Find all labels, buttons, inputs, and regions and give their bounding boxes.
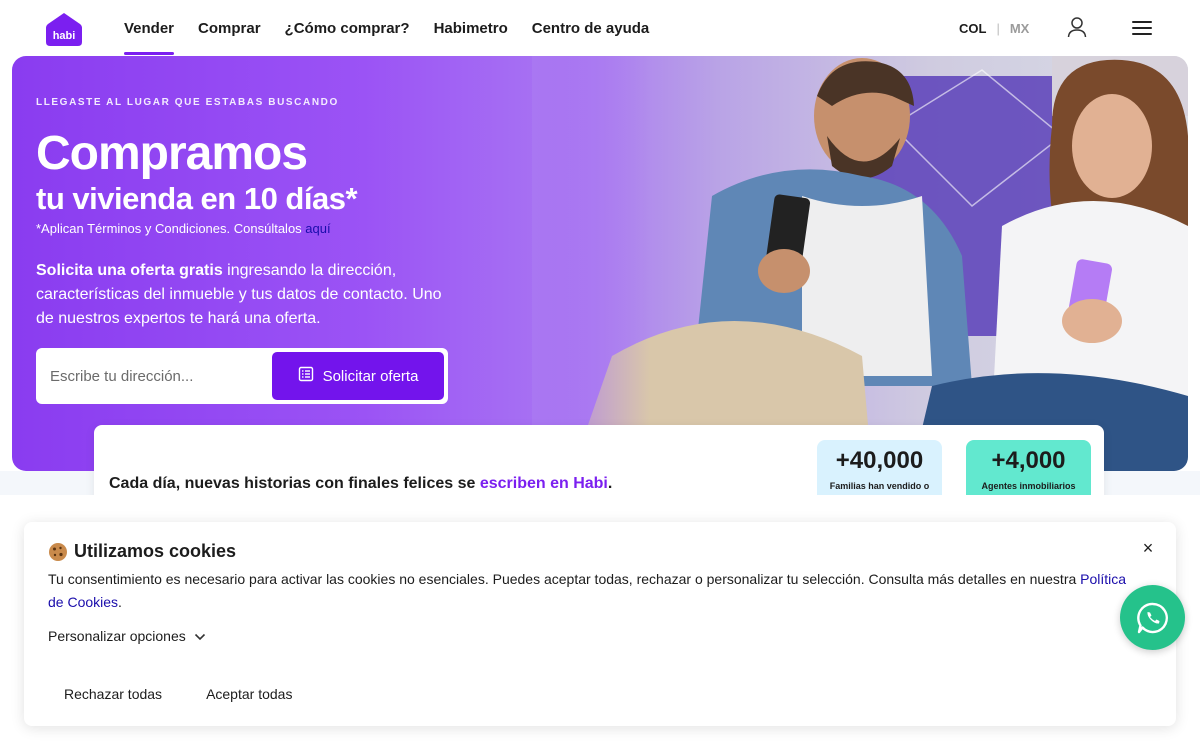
cookie-title-text: Utilizamos cookies xyxy=(74,541,237,561)
request-offer-button[interactable]: Solicitar oferta xyxy=(272,352,444,400)
whatsapp-icon[interactable] xyxy=(1120,585,1185,650)
svg-text:habi: habi xyxy=(53,30,76,42)
hero-title: Compramos xyxy=(36,127,308,180)
country-selector: COL | MX xyxy=(959,0,1029,56)
stat-agents-label: Agentes inmobiliarios xyxy=(981,481,1076,491)
cookie-banner: Utilizamos cookies × Tu consentimiento e… xyxy=(24,522,1176,726)
cookie-body-end: . xyxy=(118,594,122,610)
main-nav: Vender Comprar ¿Cómo comprar? Habimetro … xyxy=(124,0,649,56)
desc-bold: Solicita una oferta gratis xyxy=(36,262,223,279)
habi-logo[interactable]: habi xyxy=(46,12,82,46)
page: habi Vender Comprar ¿Cómo comprar? Habim… xyxy=(0,0,1200,750)
hero-banner: LLEGASTE AL LUGAR QUE ESTABAS BUSCANDO C… xyxy=(12,56,1188,471)
top-header: habi Vender Comprar ¿Cómo comprar? Habim… xyxy=(0,0,1200,56)
cookie-title: Utilizamos cookies xyxy=(48,541,236,562)
chevron-down-icon xyxy=(194,628,206,644)
country-divider: | xyxy=(996,20,1000,36)
nav-vender[interactable]: Vender xyxy=(124,0,175,56)
personalize-options-toggle[interactable]: Personalizar opciones xyxy=(48,628,206,644)
cookie-icon xyxy=(48,542,68,562)
close-icon[interactable]: × xyxy=(1138,538,1158,558)
request-offer-label: Solicitar oferta xyxy=(322,367,419,385)
reject-all-button[interactable]: Rechazar todas xyxy=(48,674,178,714)
nav-como-comprar[interactable]: ¿Cómo comprar? xyxy=(285,0,410,56)
stat-agents-value: +4,000 xyxy=(991,447,1066,474)
hamburger-menu-icon[interactable] xyxy=(1131,19,1153,37)
user-icon[interactable] xyxy=(1066,16,1088,38)
hero-description: Solicita una oferta gratis ingresando la… xyxy=(36,259,456,331)
personalize-label: Personalizar opciones xyxy=(48,628,186,644)
nav-habimetro[interactable]: Habimetro xyxy=(434,0,508,56)
terms-link[interactable]: aquí xyxy=(305,221,330,236)
stats-text-after: . xyxy=(607,475,613,492)
stat-families-value: +40,000 xyxy=(835,447,924,474)
accept-all-button[interactable]: Aceptar todas xyxy=(190,674,308,714)
cookie-body-text: Tu consentimiento es necesario para acti… xyxy=(48,571,1081,587)
hero-subtitle: tu vivienda en 10 días* xyxy=(36,181,358,216)
hero-terms: *Aplican Términos y Condiciones. Consúlt… xyxy=(36,221,331,236)
hero-eyebrow: LLEGASTE AL LUGAR QUE ESTABAS BUSCANDO xyxy=(36,97,339,108)
nav-comprar[interactable]: Comprar xyxy=(198,0,261,56)
stats-text-before: Cada día, nuevas historias con finales f… xyxy=(109,475,480,492)
cookie-description: Tu consentimiento es necesario para acti… xyxy=(48,568,1128,614)
hero-couple-photo xyxy=(532,56,1188,471)
address-input[interactable] xyxy=(50,362,260,390)
address-search: Solicitar oferta xyxy=(36,348,448,404)
form-list-icon xyxy=(298,366,314,386)
stat-families-label: Familias han vendido o xyxy=(829,481,930,491)
country-col[interactable]: COL xyxy=(959,21,986,36)
country-mx[interactable]: MX xyxy=(1010,21,1030,36)
stats-text-highlight: escriben en Habi xyxy=(479,475,608,492)
cookie-actions: Rechazar todas Aceptar todas xyxy=(48,674,308,714)
terms-text: *Aplican Términos y Condiciones. Consúlt… xyxy=(36,221,306,236)
nav-centro-de-ayuda[interactable]: Centro de ayuda xyxy=(532,0,650,56)
stats-headline: Cada día, nuevas historias con finales f… xyxy=(109,475,612,493)
